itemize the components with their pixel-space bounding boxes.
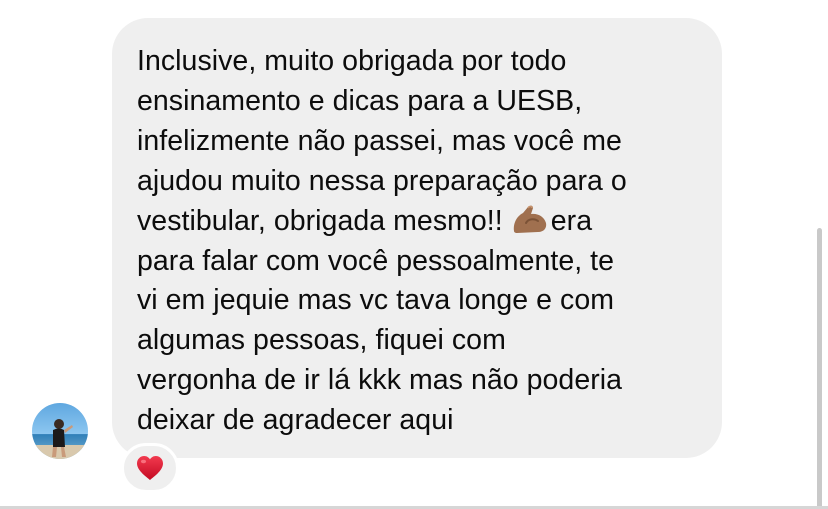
message-line: ajudou muito nessa preparação para o xyxy=(137,164,627,197)
red-heart-icon xyxy=(137,456,163,480)
message-line: vi em jequie mas vc tava longe e com xyxy=(137,284,615,317)
sender-avatar[interactable] xyxy=(32,403,88,459)
scrollbar[interactable] xyxy=(817,228,822,509)
message-line: para falar com você pessoalmente, te xyxy=(137,244,615,277)
message-line-segment: vestibular, obrigada mesmo!! xyxy=(137,204,503,237)
dm-thread-view: Inclusive, muito obrigada por todo ensin… xyxy=(0,0,828,509)
message-text: Inclusive, muito obrigada por todo ensin… xyxy=(137,42,700,441)
reaction-badge[interactable] xyxy=(121,443,179,493)
message-line: vestibular, obrigada mesmo!! era xyxy=(137,202,700,242)
flexed-biceps-icon xyxy=(511,203,549,235)
message-bubble[interactable]: Inclusive, muito obrigada por todo ensin… xyxy=(112,18,722,458)
message-line: algumas pessoas, fiquei com xyxy=(137,324,506,357)
avatar-photo-icon xyxy=(32,403,88,459)
message-line: Inclusive, muito obrigada por todo xyxy=(137,45,567,77)
message-line: vergonha de ir lá kkk mas não poderia xyxy=(137,364,623,397)
message-line: deixar de agradecer aqui xyxy=(137,404,454,437)
message-line-segment: era xyxy=(550,204,593,237)
message-line: ensinamento e dicas para a UESB, xyxy=(137,84,583,117)
message-line: infelizmente não passei, mas você me xyxy=(137,124,622,157)
